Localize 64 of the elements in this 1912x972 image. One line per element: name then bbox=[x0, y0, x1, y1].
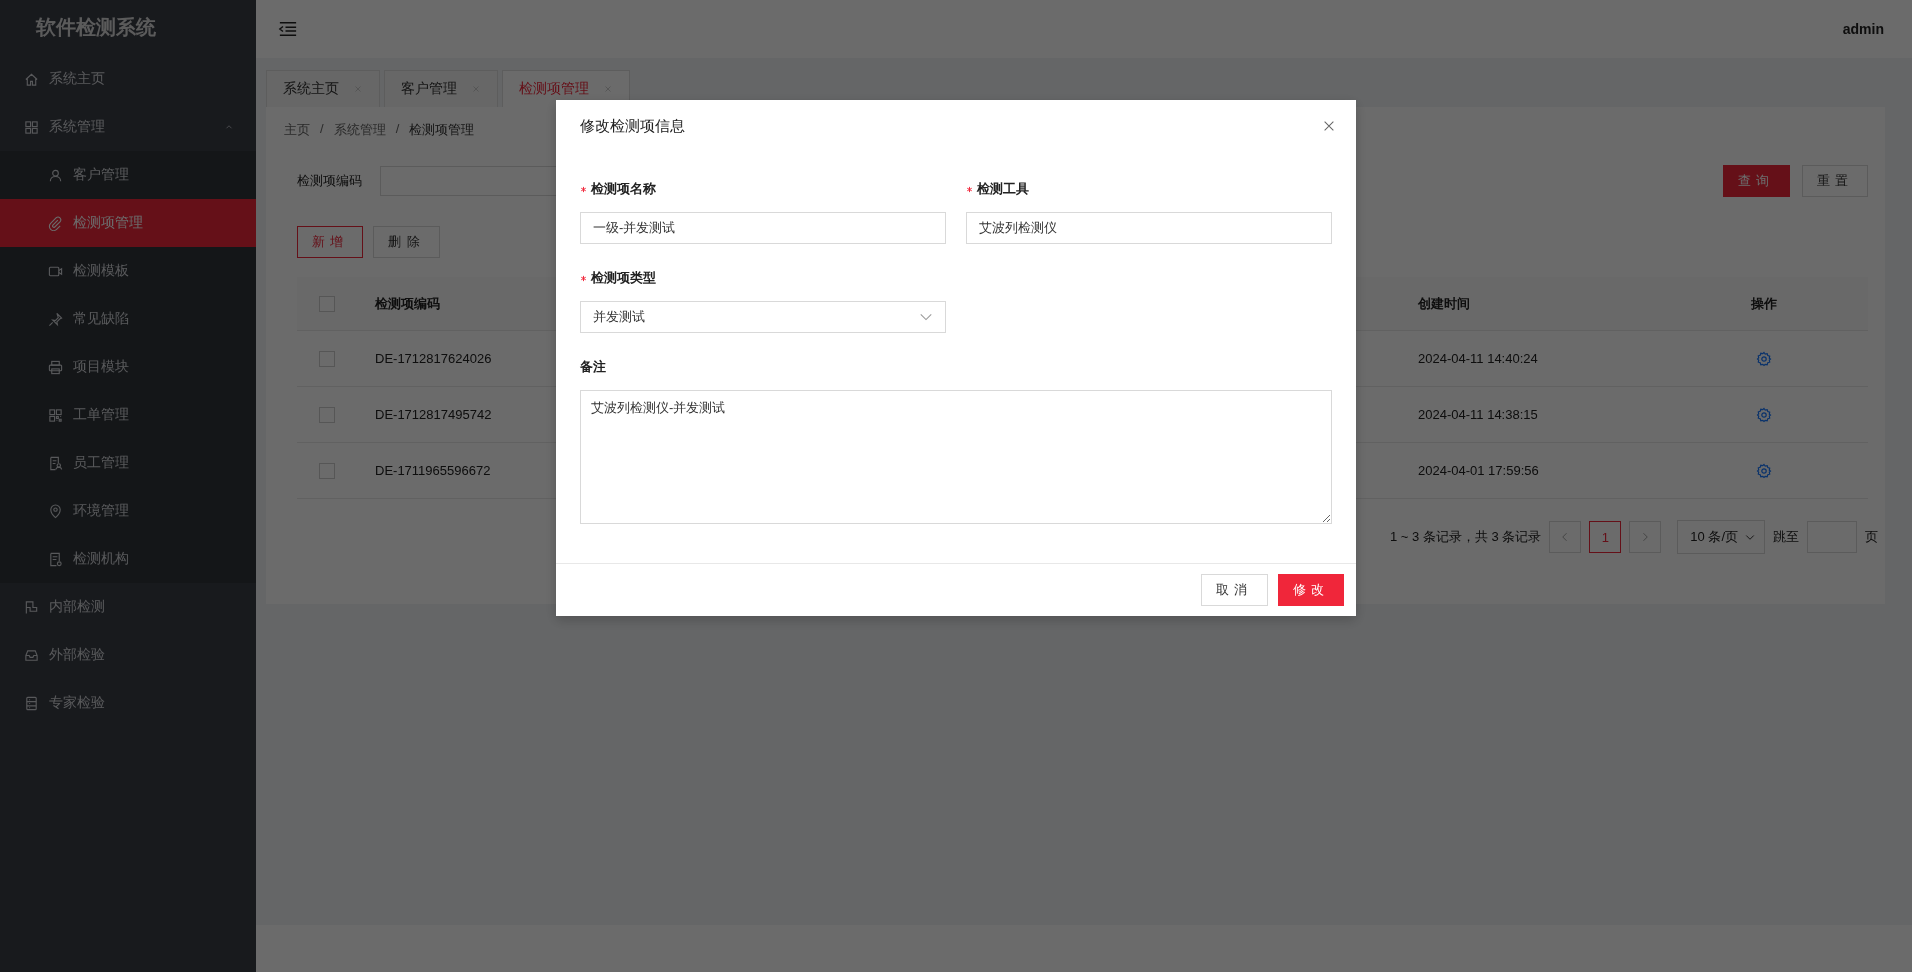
printer-icon bbox=[48, 359, 63, 375]
add-button[interactable]: 新增 bbox=[297, 226, 364, 258]
page-size-select[interactable]: 10 条/页 bbox=[1677, 520, 1765, 554]
sidebar-item[interactable]: 检测模板 bbox=[0, 247, 256, 295]
breadcrumb-separator: / bbox=[395, 121, 400, 138]
table-cell: 2024-04-11 14:38:15 bbox=[1418, 407, 1538, 422]
tab[interactable]: 系统主页 bbox=[266, 70, 380, 107]
field-label: 检测项名称 bbox=[591, 180, 656, 198]
breadcrumb-item[interactable]: 主页 bbox=[284, 121, 310, 139]
text-field[interactable]: 一级-并发测试 bbox=[580, 212, 946, 244]
settings-icon[interactable] bbox=[1756, 462, 1772, 479]
app-title: 软件检测系统 bbox=[34, 15, 157, 40]
remarks-field[interactable]: 艾波列检测仪-并发测试 bbox=[580, 390, 1332, 524]
server-icon bbox=[24, 695, 39, 711]
field-label: 备注 bbox=[580, 358, 606, 376]
pin-icon bbox=[48, 311, 63, 327]
table-cell: DE-1712817624026 bbox=[375, 351, 492, 366]
user-icon bbox=[48, 167, 63, 183]
inbox-icon bbox=[24, 647, 39, 663]
sidebar-item[interactable]: 检测项管理 bbox=[0, 199, 256, 247]
flag-icon bbox=[24, 599, 39, 615]
field-label: 检测项编码 bbox=[297, 172, 363, 190]
column-header: 操作 bbox=[1751, 294, 1777, 313]
tab[interactable]: 客户管理 bbox=[384, 70, 498, 107]
settings-icon[interactable] bbox=[1756, 406, 1772, 423]
qr-code-icon bbox=[48, 407, 63, 423]
document-user-icon bbox=[48, 455, 63, 471]
dialog-title: 修改检测项信息 bbox=[580, 116, 685, 136]
record-count: 1 ~ 3 条记录，共 3 条记录 bbox=[1389, 528, 1542, 546]
page-button[interactable]: 1 bbox=[1589, 521, 1622, 553]
jump-label: 跳至 bbox=[1773, 528, 1799, 546]
search-button[interactable]: 查询 bbox=[1723, 165, 1790, 197]
menu-icon[interactable] bbox=[278, 19, 298, 39]
field-label: 检测项类型 bbox=[591, 269, 656, 287]
paperclip-icon bbox=[48, 215, 63, 231]
breadcrumb-separator: / bbox=[320, 121, 324, 138]
reset-button[interactable]: 重置 bbox=[1801, 165, 1868, 197]
table-cell: DE-1711965596672 bbox=[375, 463, 491, 478]
settings-icon[interactable] bbox=[1756, 350, 1772, 367]
submit-button[interactable]: 修改 bbox=[1277, 574, 1344, 606]
home-icon bbox=[24, 71, 39, 87]
table-cell: 2024-04-11 14:40:24 bbox=[1418, 351, 1538, 366]
text-field[interactable]: 艾波列检测仪 bbox=[966, 212, 1332, 244]
select-field[interactable]: 并发测试 bbox=[580, 301, 946, 333]
location-icon bbox=[48, 503, 63, 519]
sidebar-item[interactable]: 项目模块 bbox=[0, 343, 256, 391]
field-label: 检测工具 bbox=[977, 180, 1029, 198]
delete-button[interactable]: 删除 bbox=[373, 226, 440, 258]
grid-icon bbox=[24, 119, 39, 135]
column-header: 检测项编码 bbox=[375, 294, 440, 313]
next-page-button[interactable] bbox=[1629, 521, 1662, 553]
username[interactable]: admin bbox=[1842, 21, 1884, 37]
sidebar-item[interactable]: 常见缺陷 bbox=[0, 295, 256, 343]
previous-page-button[interactable] bbox=[1549, 521, 1582, 553]
close-icon[interactable] bbox=[1322, 119, 1336, 133]
document-icon bbox=[48, 551, 63, 567]
table-cell: 2024-04-01 17:59:56 bbox=[1418, 463, 1539, 478]
breadcrumb-item: 检测项管理 bbox=[409, 121, 475, 139]
page-label: 页 bbox=[1865, 528, 1878, 546]
sidebar-item[interactable]: 检测机构 bbox=[0, 535, 256, 583]
breadcrumb-item[interactable]: 系统管理 bbox=[333, 121, 386, 139]
column-header: 创建时间 bbox=[1418, 294, 1470, 313]
cancel-button[interactable]: 取消 bbox=[1201, 574, 1268, 606]
table-cell: DE-1712817495742 bbox=[375, 407, 492, 422]
